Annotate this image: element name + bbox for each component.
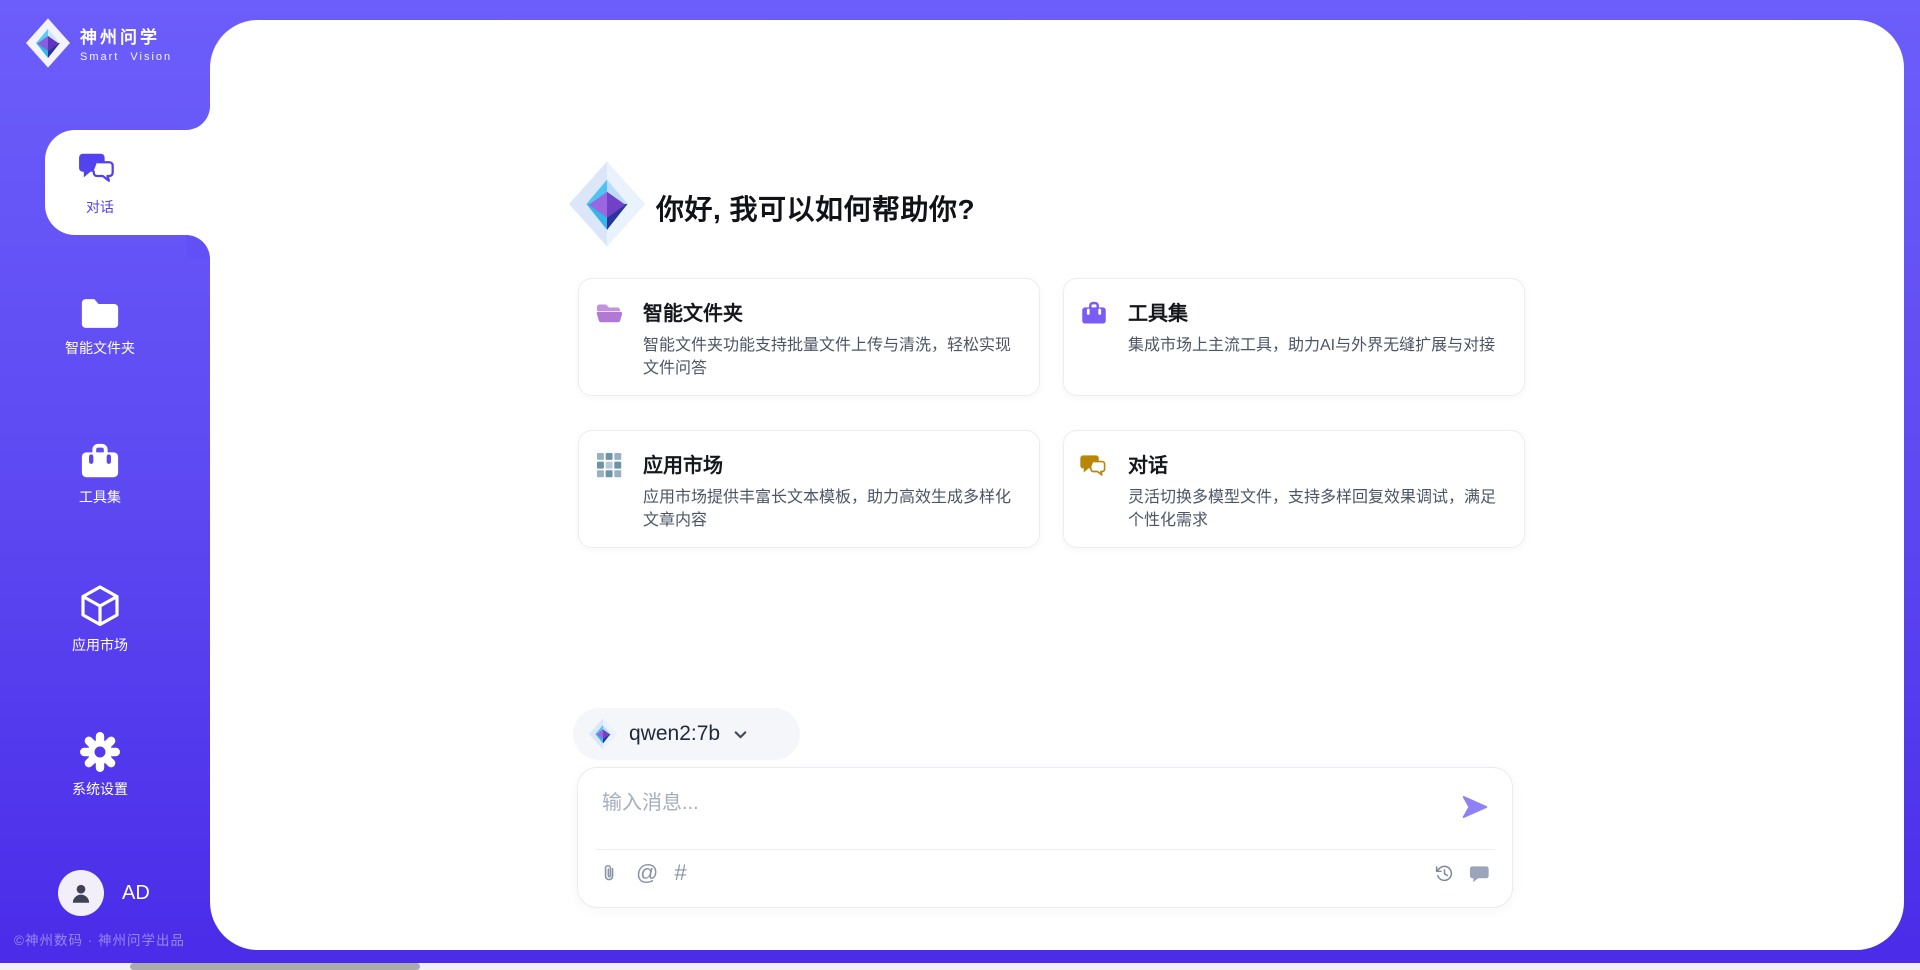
footer-credit: ©神州数码 · 神州问学出品 xyxy=(14,929,185,949)
sidebar-item-chat[interactable] xyxy=(45,130,211,235)
chat-icon xyxy=(1080,452,1108,478)
message-composer: @ # xyxy=(577,767,1513,908)
model-selector[interactable]: qwen2:7b xyxy=(573,708,800,760)
avatar xyxy=(58,870,104,916)
at-icon[interactable]: @ xyxy=(636,862,658,884)
horizontal-scrollbar-thumb[interactable] xyxy=(130,963,420,970)
brand-name: 神州问学 xyxy=(80,23,172,48)
brand: 神州问学 Smart Vision xyxy=(26,18,172,68)
sidebar-item-settings[interactable]: 系统设置 xyxy=(0,731,200,799)
sidebar-item-chat-label: 对话 xyxy=(0,197,200,217)
greeting-title: 你好, 我可以如何帮助你? xyxy=(656,188,975,228)
user-name: AD xyxy=(122,882,150,905)
model-name: qwen2:7b xyxy=(629,722,720,746)
card-description: 智能文件夹功能支持批量文件上传与清洗，轻松实现文件问答 xyxy=(643,334,1021,380)
sidebar-item-label: 工具集 xyxy=(79,487,121,507)
send-icon xyxy=(1460,792,1490,822)
briefcase-icon xyxy=(1080,300,1108,326)
folder-open-icon xyxy=(595,300,623,326)
hero-logo-icon xyxy=(569,161,645,247)
chevron-down-icon xyxy=(732,726,749,743)
person-icon xyxy=(68,880,94,906)
sidebar-item-label: 应用市场 xyxy=(72,635,128,655)
tab-fillet-bottom xyxy=(186,235,210,259)
cube-icon xyxy=(78,583,122,629)
send-button[interactable] xyxy=(1460,792,1490,822)
gear-icon xyxy=(79,731,121,773)
attach-button[interactable] xyxy=(599,861,620,885)
card-title: 智能文件夹 xyxy=(643,297,1023,326)
card-title: 应用市场 xyxy=(643,449,1023,478)
history-button[interactable] xyxy=(1434,863,1455,884)
card-description: 集成市场上主流工具，助力AI与外界无缝扩展与对接 xyxy=(1128,334,1506,357)
history-icon xyxy=(1434,863,1455,884)
sidebar-item-label: 系统设置 xyxy=(72,779,128,799)
card-chat[interactable]: 对话 灵活切换多模型文件，支持多样回复效果调试，满足个性化需求 xyxy=(1063,430,1525,548)
sidebar-item-label: 智能文件夹 xyxy=(65,338,135,358)
card-description: 应用市场提供丰富长文本模板，助力高效生成多样化文章内容 xyxy=(643,486,1021,532)
sidebar-item-smart-folder[interactable]: 智能文件夹 xyxy=(0,295,200,358)
composer-divider xyxy=(595,849,1495,850)
chat-icon xyxy=(79,149,117,185)
grid-icon xyxy=(595,452,623,478)
folder-icon xyxy=(79,295,121,332)
card-title: 工具集 xyxy=(1128,297,1508,326)
card-toolset[interactable]: 工具集 集成市场上主流工具，助力AI与外界无缝扩展与对接 xyxy=(1063,278,1525,396)
chat-icon xyxy=(1469,862,1492,885)
brand-subtitle: Smart Vision xyxy=(80,51,172,63)
card-smart-folder[interactable]: 智能文件夹 智能文件夹功能支持批量文件上传与清洗，轻松实现文件问答 xyxy=(578,278,1040,396)
user-avatar[interactable]: AD xyxy=(58,870,150,916)
hash-icon[interactable]: # xyxy=(674,862,686,884)
message-input[interactable] xyxy=(602,782,1402,824)
sidebar-item-toolset[interactable]: 工具集 xyxy=(0,441,200,507)
paperclip-icon xyxy=(599,861,620,885)
card-title: 对话 xyxy=(1128,449,1508,478)
sidebar-item-app-market[interactable]: 应用市场 xyxy=(0,583,200,655)
card-description: 灵活切换多模型文件，支持多样回复效果调试，满足个性化需求 xyxy=(1128,486,1506,532)
briefcase-icon xyxy=(79,441,121,481)
chat-list-button[interactable] xyxy=(1469,862,1492,885)
model-logo-icon xyxy=(589,718,617,750)
card-app-market[interactable]: 应用市场 应用市场提供丰富长文本模板，助力高效生成多样化文章内容 xyxy=(578,430,1040,548)
brand-logo-icon xyxy=(26,18,70,68)
tab-fillet-top xyxy=(186,106,210,130)
